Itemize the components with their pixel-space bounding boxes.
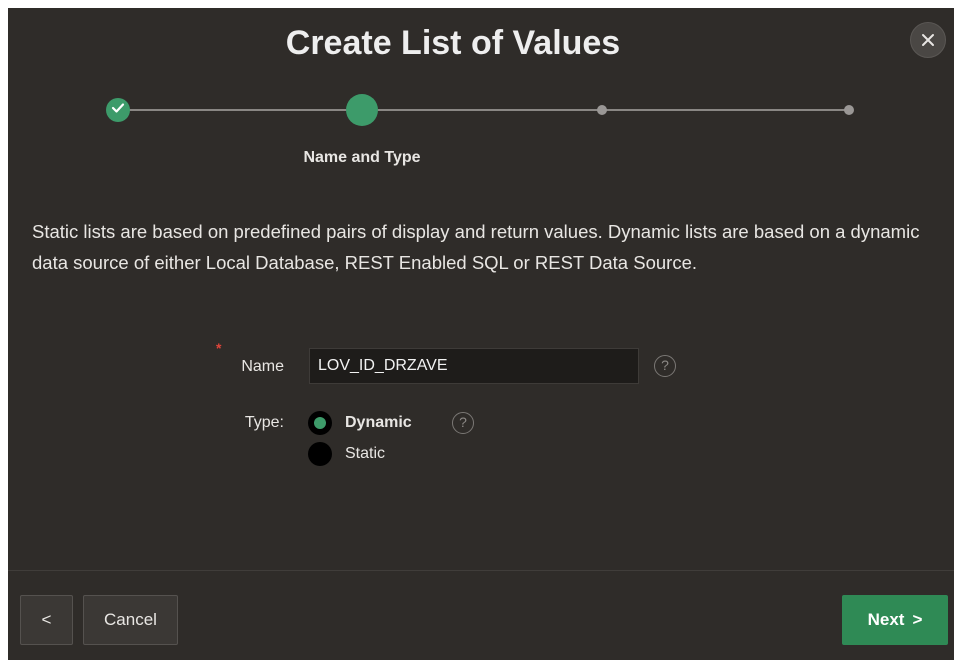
checkmark-icon bbox=[111, 101, 125, 119]
step-3 bbox=[597, 105, 607, 115]
current-step-label: Name and Type bbox=[303, 149, 421, 166]
step-1-complete bbox=[106, 98, 130, 122]
dialog-title: Create List of Values bbox=[285, 24, 621, 62]
cancel-button[interactable]: Cancel bbox=[83, 595, 178, 645]
wizard-progress: Name and Type bbox=[8, 94, 954, 166]
close-button[interactable] bbox=[910, 22, 946, 58]
name-label: Name bbox=[241, 358, 284, 375]
cancel-label: Cancel bbox=[104, 610, 157, 629]
back-button[interactable]: < bbox=[20, 595, 73, 645]
name-input[interactable] bbox=[309, 348, 639, 384]
radio-dynamic-label: Dynamic bbox=[345, 414, 412, 431]
progress-track bbox=[118, 109, 848, 111]
type-label: Type: bbox=[244, 414, 284, 431]
step-2-current bbox=[346, 94, 378, 126]
radio-dynamic[interactable]: Dynamic bbox=[308, 410, 412, 436]
name-help-icon[interactable]: ? bbox=[654, 355, 676, 377]
chevron-right-icon: > bbox=[912, 610, 923, 629]
dialog-footer: < Cancel Next > bbox=[8, 570, 954, 661]
next-label: Next bbox=[867, 610, 905, 629]
chevron-left-icon: < bbox=[41, 610, 52, 629]
name-field-row: * Name ? bbox=[8, 340, 954, 384]
radio-static-label: Static bbox=[345, 445, 386, 462]
type-field-row: Type: Dynamic ? Static bbox=[8, 408, 954, 478]
next-button[interactable]: Next > bbox=[842, 595, 948, 645]
description-text: Static lists are based on predefined pai… bbox=[32, 221, 920, 273]
radio-static[interactable]: Static bbox=[308, 441, 385, 467]
radio-dot bbox=[314, 417, 326, 429]
type-help-icon[interactable]: ? bbox=[452, 412, 474, 434]
required-indicator: * bbox=[216, 340, 222, 356]
radio-unselected-icon bbox=[308, 442, 332, 466]
create-lov-dialog: Create List of Values Name and Type Stat… bbox=[8, 8, 954, 660]
close-icon bbox=[920, 32, 936, 48]
step-4 bbox=[844, 105, 854, 115]
radio-selected-icon bbox=[308, 411, 332, 435]
